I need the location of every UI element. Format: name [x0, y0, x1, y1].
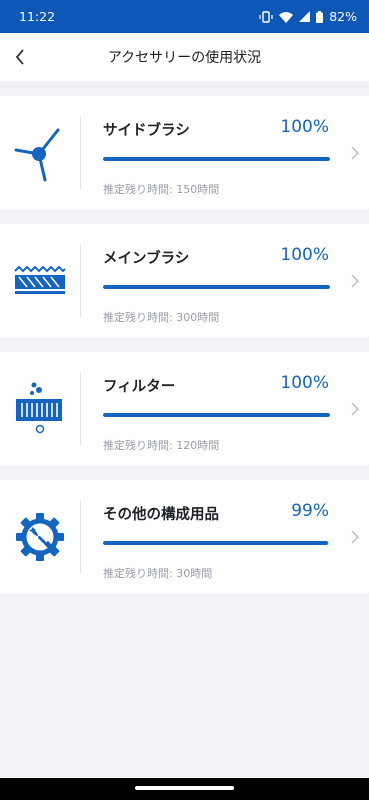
remaining-time: 推定残り時間: 300時間: [103, 311, 220, 324]
life-progress-bar: [103, 413, 330, 417]
gear-wrench-icon: [16, 513, 64, 561]
remaining-time: 推定残り時間: 150時間: [103, 183, 220, 196]
back-button[interactable]: [8, 45, 32, 69]
vibrate-icon: [259, 10, 273, 23]
life-progress-fill: [103, 157, 330, 161]
side-brush-icon: [14, 128, 60, 182]
accessory-percent: 100%: [280, 117, 329, 137]
chevron-right-icon: [351, 274, 360, 288]
accessory-card-filter[interactable]: フィルター 100% 推定残り時間: 120時間: [0, 352, 369, 466]
page-title: アクセサリーの使用状況: [107, 50, 262, 66]
signal-icon: [299, 11, 311, 22]
accessory-name: メインブラシ: [103, 251, 190, 267]
chevron-right-icon: [351, 530, 360, 544]
accessory-name: サイドブラシ: [103, 123, 190, 139]
system-navigation-bar: [0, 778, 369, 800]
life-progress-bar: [103, 285, 330, 289]
card-divider: [80, 372, 81, 446]
accessory-card-side-brush[interactable]: サイドブラシ 100% 推定残り時間: 150時間: [0, 96, 369, 210]
accessory-card-other-parts[interactable]: その他の構成用品 99% 推定残り時間: 30時間: [0, 480, 369, 594]
life-progress-fill: [103, 285, 330, 289]
accessory-percent: 99%: [291, 501, 329, 521]
life-progress-fill: [103, 541, 328, 545]
home-gesture-handle[interactable]: [135, 786, 234, 790]
card-divider: [80, 244, 81, 318]
remaining-time: 推定残り時間: 30時間: [103, 567, 213, 580]
accessory-percent: 100%: [280, 245, 329, 265]
battery-icon: [316, 10, 324, 23]
app-header: アクセサリーの使用状況: [0, 33, 369, 81]
battery-percent: 82%: [329, 9, 357, 24]
filter-icon: [16, 382, 62, 434]
remaining-time: 推定残り時間: 120時間: [103, 439, 220, 452]
wifi-icon: [279, 11, 294, 23]
accessory-name: フィルター: [103, 379, 176, 395]
status-bar: 11:22 82%: [0, 0, 369, 33]
card-divider: [80, 116, 81, 190]
life-progress-bar: [103, 157, 330, 161]
life-progress-fill: [103, 413, 330, 417]
chevron-left-icon: [15, 49, 24, 65]
life-progress-bar: [103, 541, 330, 545]
card-divider: [80, 500, 81, 574]
chevron-right-icon: [351, 146, 360, 160]
accessory-percent: 100%: [280, 373, 329, 393]
status-icons: 82%: [259, 9, 357, 24]
accessory-card-main-brush[interactable]: メインブラシ 100% 推定残り時間: 300時間: [0, 224, 369, 338]
status-time: 11:22: [19, 9, 56, 24]
main-brush-icon: [14, 265, 66, 294]
accessory-name: その他の構成用品: [103, 507, 219, 523]
chevron-right-icon: [351, 402, 360, 416]
